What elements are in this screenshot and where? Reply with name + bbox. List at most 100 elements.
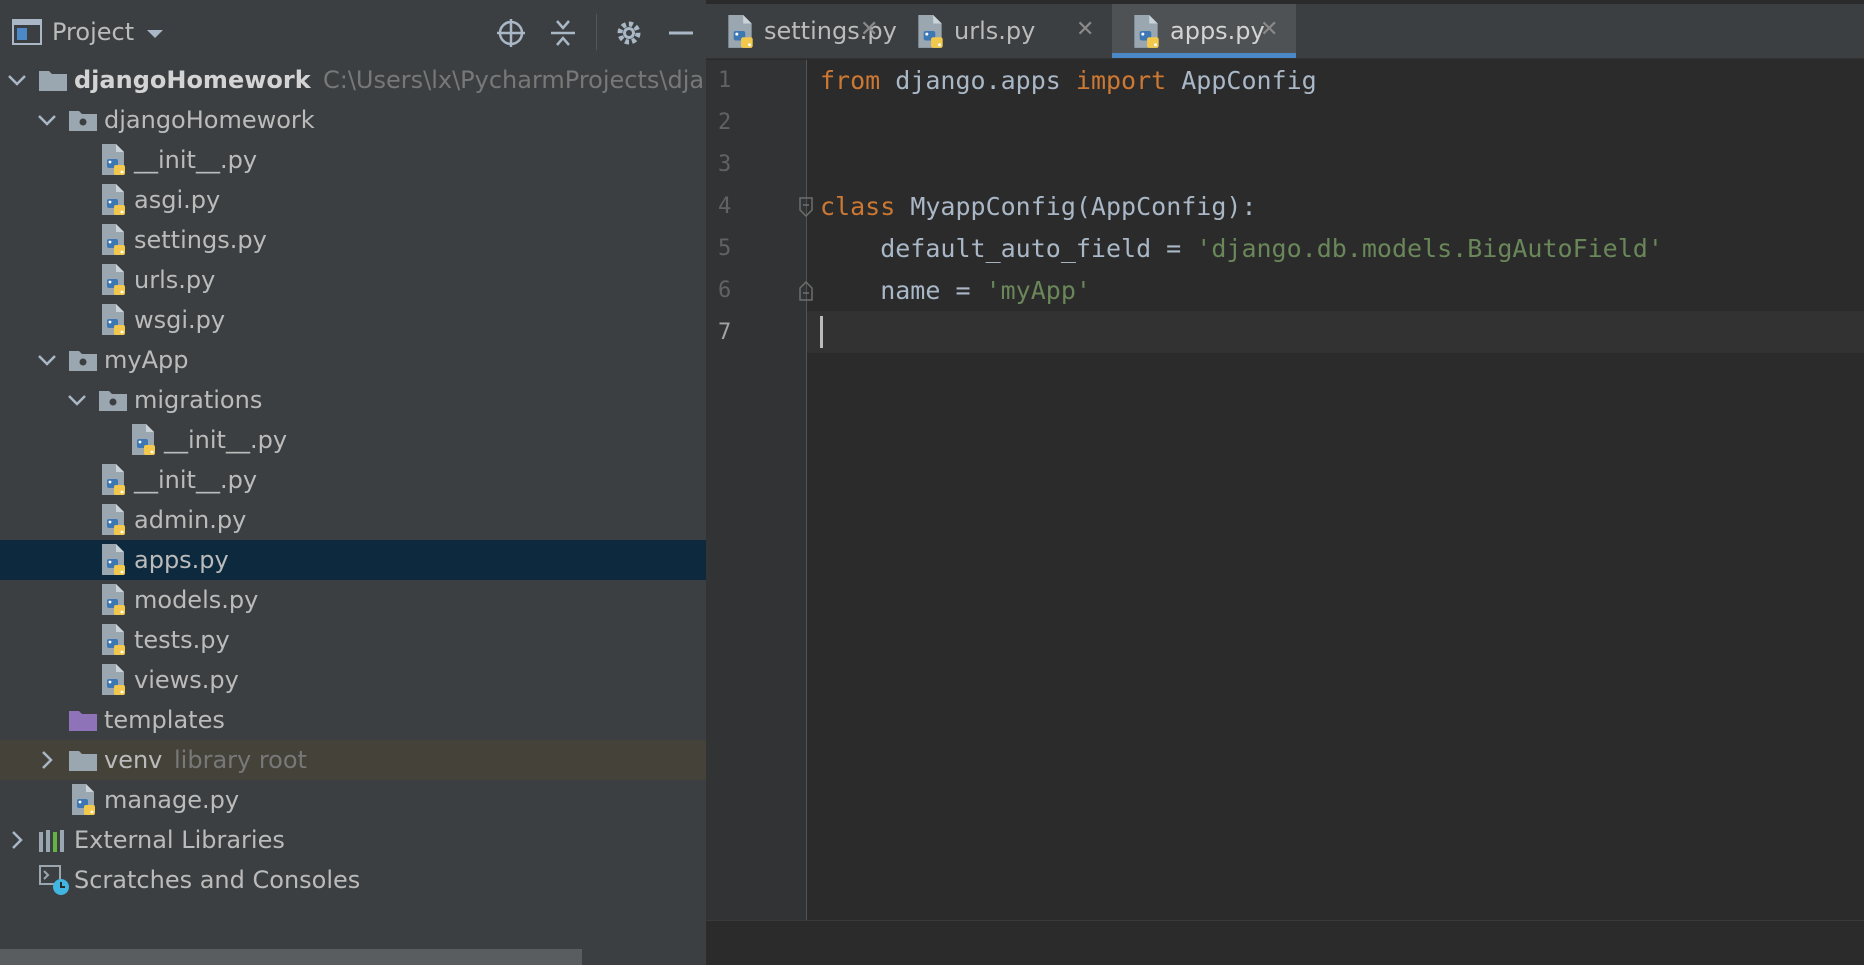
panel-title[interactable]: Project: [52, 4, 134, 60]
code-line: name = 'myApp': [820, 270, 1091, 312]
tree-row[interactable]: venv library root: [0, 740, 706, 780]
tree-item-label: apps.py: [134, 546, 229, 574]
close-icon[interactable]: ✕: [860, 4, 878, 56]
code-line: from django.apps import AppConfig: [820, 60, 1317, 102]
python-file-icon: [102, 464, 125, 495]
templates-folder-icon: [69, 711, 97, 731]
line-number: 3: [718, 152, 732, 177]
editor-bottom-bar: [706, 920, 1864, 965]
keyword-token: class: [820, 192, 896, 221]
code-line: default_auto_field = 'django.db.models.B…: [820, 228, 1663, 270]
text-caret: [820, 316, 823, 348]
tree-row[interactable]: wsgi.py: [0, 300, 706, 340]
editor-tab[interactable]: settings.py ✕: [706, 4, 897, 58]
close-icon[interactable]: ✕: [1076, 4, 1094, 56]
python-file-icon: [1134, 15, 1159, 48]
scratches-icon: [39, 865, 69, 895]
tree-row[interactable]: urls.py: [0, 260, 706, 300]
line-number: 7: [718, 320, 732, 345]
string-token: 'myApp': [985, 276, 1091, 305]
python-file-icon: [102, 184, 125, 215]
code-line: class MyappConfig(AppConfig):: [820, 186, 1257, 228]
editor-tab[interactable]: urls.py ✕: [896, 4, 1112, 58]
python-file-icon: [102, 664, 125, 695]
locate-icon[interactable]: [496, 18, 526, 48]
tree-row[interactable]: migrations: [0, 380, 706, 420]
hide-icon[interactable]: [666, 18, 696, 48]
code-token: default_auto_field =: [820, 234, 1197, 263]
external-libraries-icon: [39, 830, 64, 852]
tree-row[interactable]: __init__.py: [0, 140, 706, 180]
line-number: 2: [718, 110, 732, 135]
tree-item-label: wsgi.py: [134, 306, 226, 334]
gear-icon[interactable]: [614, 18, 644, 48]
project-tree: djangoHomework C:\Users\lx\PycharmProject…: [0, 60, 706, 900]
tree-item-label: djangoHomework: [104, 106, 315, 134]
keyword-token: import: [1075, 66, 1167, 95]
chevron-right-icon[interactable]: [36, 749, 58, 771]
tree-row[interactable]: External Libraries: [0, 820, 706, 860]
tree-item-label: __init__.py: [134, 466, 258, 494]
tree-item-label: myApp: [104, 346, 189, 374]
editor-tab-bar: settings.py ✕ urls.py ✕ apps.py ✕: [706, 4, 1864, 59]
python-file-icon: [102, 304, 125, 335]
editor-tab[interactable]: apps.py ✕: [1112, 4, 1296, 58]
tree-row[interactable]: asgi.py: [0, 180, 706, 220]
tree-row[interactable]: __init__.py: [0, 420, 706, 460]
tree-item-hint: C:\Users\lx\PycharmProjects\djang: [323, 66, 706, 94]
chevron-right-icon[interactable]: [6, 829, 28, 851]
chevron-down-icon[interactable]: [146, 28, 164, 40]
close-icon[interactable]: ✕: [1260, 4, 1278, 56]
tree-row[interactable]: djangoHomework C:\Users\lx\PycharmProject…: [0, 60, 706, 100]
tree-row[interactable]: models.py: [0, 580, 706, 620]
tree-row[interactable]: Scratches and Consoles: [0, 860, 706, 900]
line-number: 5: [718, 236, 732, 261]
package-folder-icon: [69, 111, 97, 131]
python-file-icon: [102, 264, 125, 295]
tree-item-label: __init__.py: [134, 146, 258, 174]
python-file-icon: [72, 784, 95, 815]
tree-row[interactable]: tests.py: [0, 620, 706, 660]
chevron-down-icon[interactable]: [6, 69, 28, 91]
tree-row[interactable]: views.py: [0, 660, 706, 700]
python-file-icon: [102, 544, 125, 575]
chevron-down-icon[interactable]: [36, 109, 58, 131]
chevron-down-icon[interactable]: [66, 389, 88, 411]
tree-row[interactable]: admin.py: [0, 500, 706, 540]
python-file-icon: [728, 15, 753, 48]
python-file-icon: [102, 144, 125, 175]
tree-row[interactable]: manage.py: [0, 780, 706, 820]
tree-item-label: models.py: [134, 586, 259, 614]
header-separator: [596, 14, 597, 50]
fold-start-icon[interactable]: [798, 196, 814, 218]
tree-item-label: manage.py: [104, 786, 240, 814]
tree-item-label: venv: [104, 746, 163, 774]
code-token: name =: [820, 276, 986, 305]
editor-tab-label: urls.py: [954, 17, 1036, 45]
tree-item-label: admin.py: [134, 506, 247, 534]
tree-item-label: templates: [104, 706, 225, 734]
package-folder-icon: [99, 391, 127, 411]
tree-row[interactable]: apps.py: [0, 540, 706, 580]
tree-row[interactable]: myApp: [0, 340, 706, 380]
tree-row[interactable]: djangoHomework: [0, 100, 706, 140]
code-token: django.apps: [880, 66, 1076, 95]
tree-row[interactable]: templates: [0, 700, 706, 740]
fold-end-icon[interactable]: [798, 280, 814, 302]
tree-item-label: migrations: [134, 386, 263, 414]
chevron-down-icon[interactable]: [36, 349, 58, 371]
string-token: 'django.db.models.BigAutoField': [1196, 234, 1663, 263]
tree-item-label: tests.py: [134, 626, 230, 654]
horizontal-scrollbar[interactable]: [0, 949, 582, 965]
python-file-icon: [102, 584, 125, 615]
line-number: 6: [718, 278, 732, 303]
project-tool-window: Project djangoHomework C:\Users\lx\Pychar…: [0, 0, 706, 965]
tree-row[interactable]: settings.py: [0, 220, 706, 260]
editor-gutter: [706, 60, 806, 920]
tree-item-label: External Libraries: [74, 826, 285, 854]
tree-row[interactable]: __init__.py: [0, 460, 706, 500]
python-file-icon: [102, 624, 125, 655]
editor-area: settings.py ✕ urls.py ✕ apps.py ✕ from django…: [706, 0, 1864, 965]
collapse-all-icon[interactable]: [548, 18, 578, 48]
line-number: 4: [718, 194, 732, 219]
